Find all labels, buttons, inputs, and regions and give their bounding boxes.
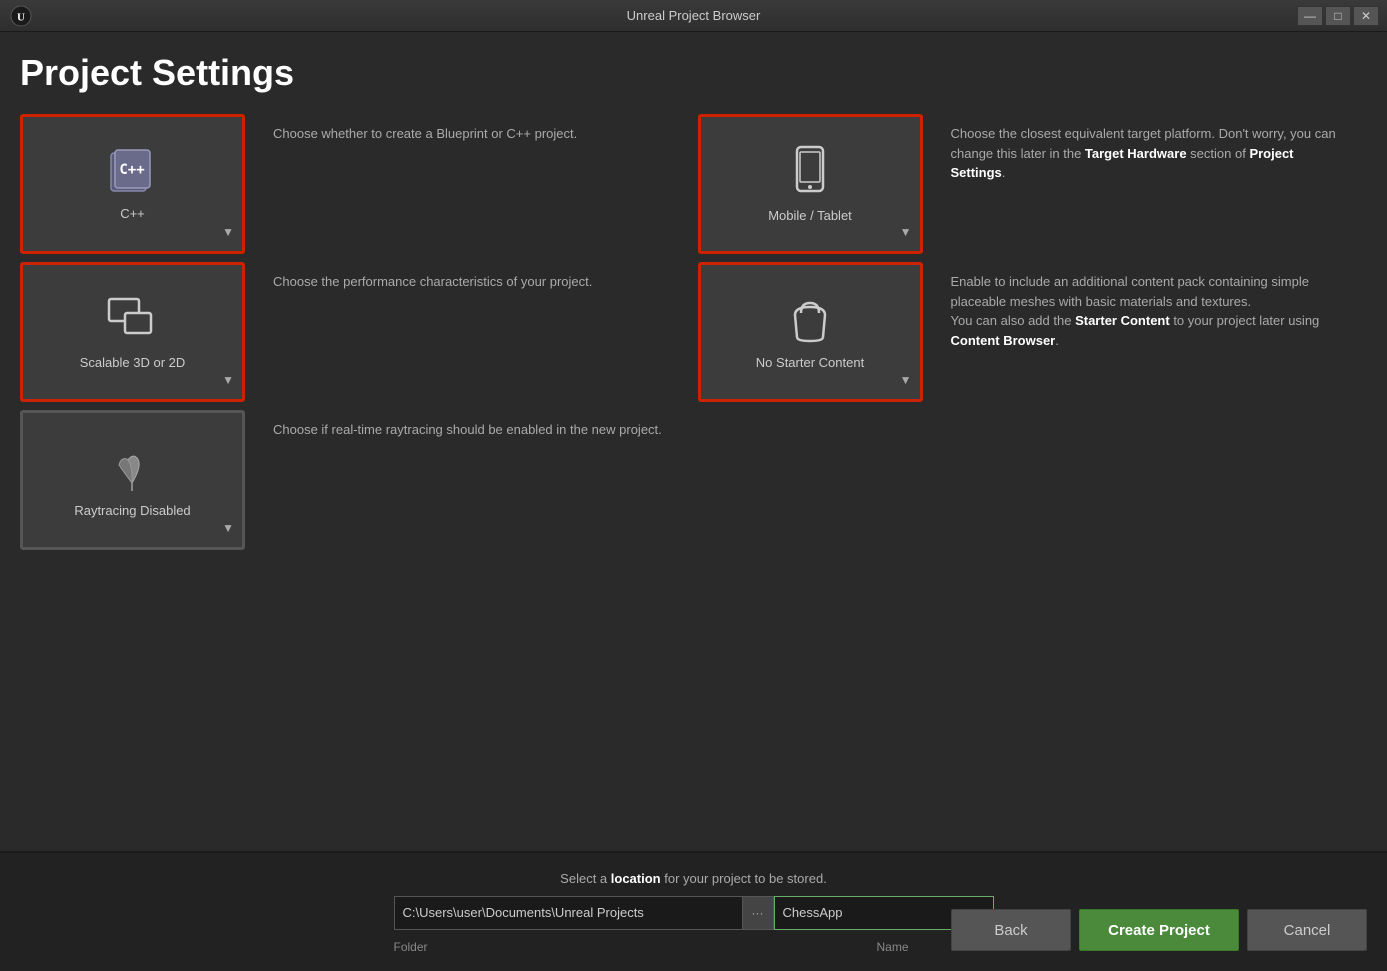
svg-text:C++: C++ [119,162,144,178]
mobile-icon [785,145,835,200]
cpp-dropdown-icon: ▼ [222,225,234,239]
no-starter-description: Enable to include an additional content … [936,262,1368,360]
main-content: Project Settings C++ C++ ▼ Choose whethe… [0,32,1387,851]
cpp-option-tile[interactable]: C++ C++ ▼ [20,114,245,254]
raytracing-icon [105,443,160,495]
scalable-label: Scalable 3D or 2D [80,355,186,370]
bottom-bar: Select a location for your project to be… [0,851,1387,971]
folder-input[interactable] [394,896,774,930]
maximize-button[interactable]: □ [1325,6,1351,26]
no-starter-icon [785,295,835,347]
location-label: Select a location for your project to be… [560,871,827,886]
name-label: Name [876,940,908,954]
scalable-description: Choose the performance characteristics o… [258,262,690,302]
scalable-icon [105,295,160,347]
scalable-dropdown-icon: ▼ [222,373,234,387]
cancel-button[interactable]: Cancel [1247,909,1367,951]
no-starter-option-tile[interactable]: No Starter Content ▼ [698,262,923,402]
input-labels: Folder Name [389,940,999,954]
no-starter-label: No Starter Content [756,355,864,370]
mobile-option-tile[interactable]: Mobile / Tablet ▼ [698,114,923,254]
folder-browse-button[interactable]: ··· [742,896,774,930]
raytracing-description: Choose if real-time raytracing should be… [258,410,690,450]
svg-text:U: U [17,11,25,23]
minimize-button[interactable]: — [1297,6,1323,26]
window-title: Unreal Project Browser [627,8,761,23]
ue-logo: U [10,5,32,27]
raytracing-option-tile[interactable]: Raytracing Disabled ▼ [20,410,245,550]
location-inputs: ··· [394,896,994,930]
mobile-dropdown-icon: ▼ [900,225,912,239]
raytracing-label: Raytracing Disabled [74,503,190,518]
mobile-description: Choose the closest equivalent target pla… [936,114,1368,193]
create-project-button[interactable]: Create Project [1079,909,1239,951]
no-starter-dropdown-icon: ▼ [900,373,912,387]
cpp-icon: C++ [103,148,163,198]
folder-input-wrapper: ··· [394,896,774,930]
cpp-description: Choose whether to create a Blueprint or … [258,114,690,154]
raytracing-dropdown-icon: ▼ [222,521,234,535]
folder-label: Folder [394,940,428,954]
settings-grid: C++ C++ ▼ Choose whether to create a Blu… [20,114,1367,550]
mobile-label: Mobile / Tablet [768,208,852,223]
page-title: Project Settings [20,52,1367,94]
scalable-option-tile[interactable]: Scalable 3D or 2D ▼ [20,262,245,402]
title-bar: U Unreal Project Browser — □ ✕ [0,0,1387,32]
close-button[interactable]: ✕ [1353,6,1379,26]
back-button[interactable]: Back [951,909,1071,951]
cpp-label: C++ [120,206,145,221]
bottom-buttons: Back Create Project Cancel [951,909,1367,951]
window-controls: — □ ✕ [1297,6,1379,26]
